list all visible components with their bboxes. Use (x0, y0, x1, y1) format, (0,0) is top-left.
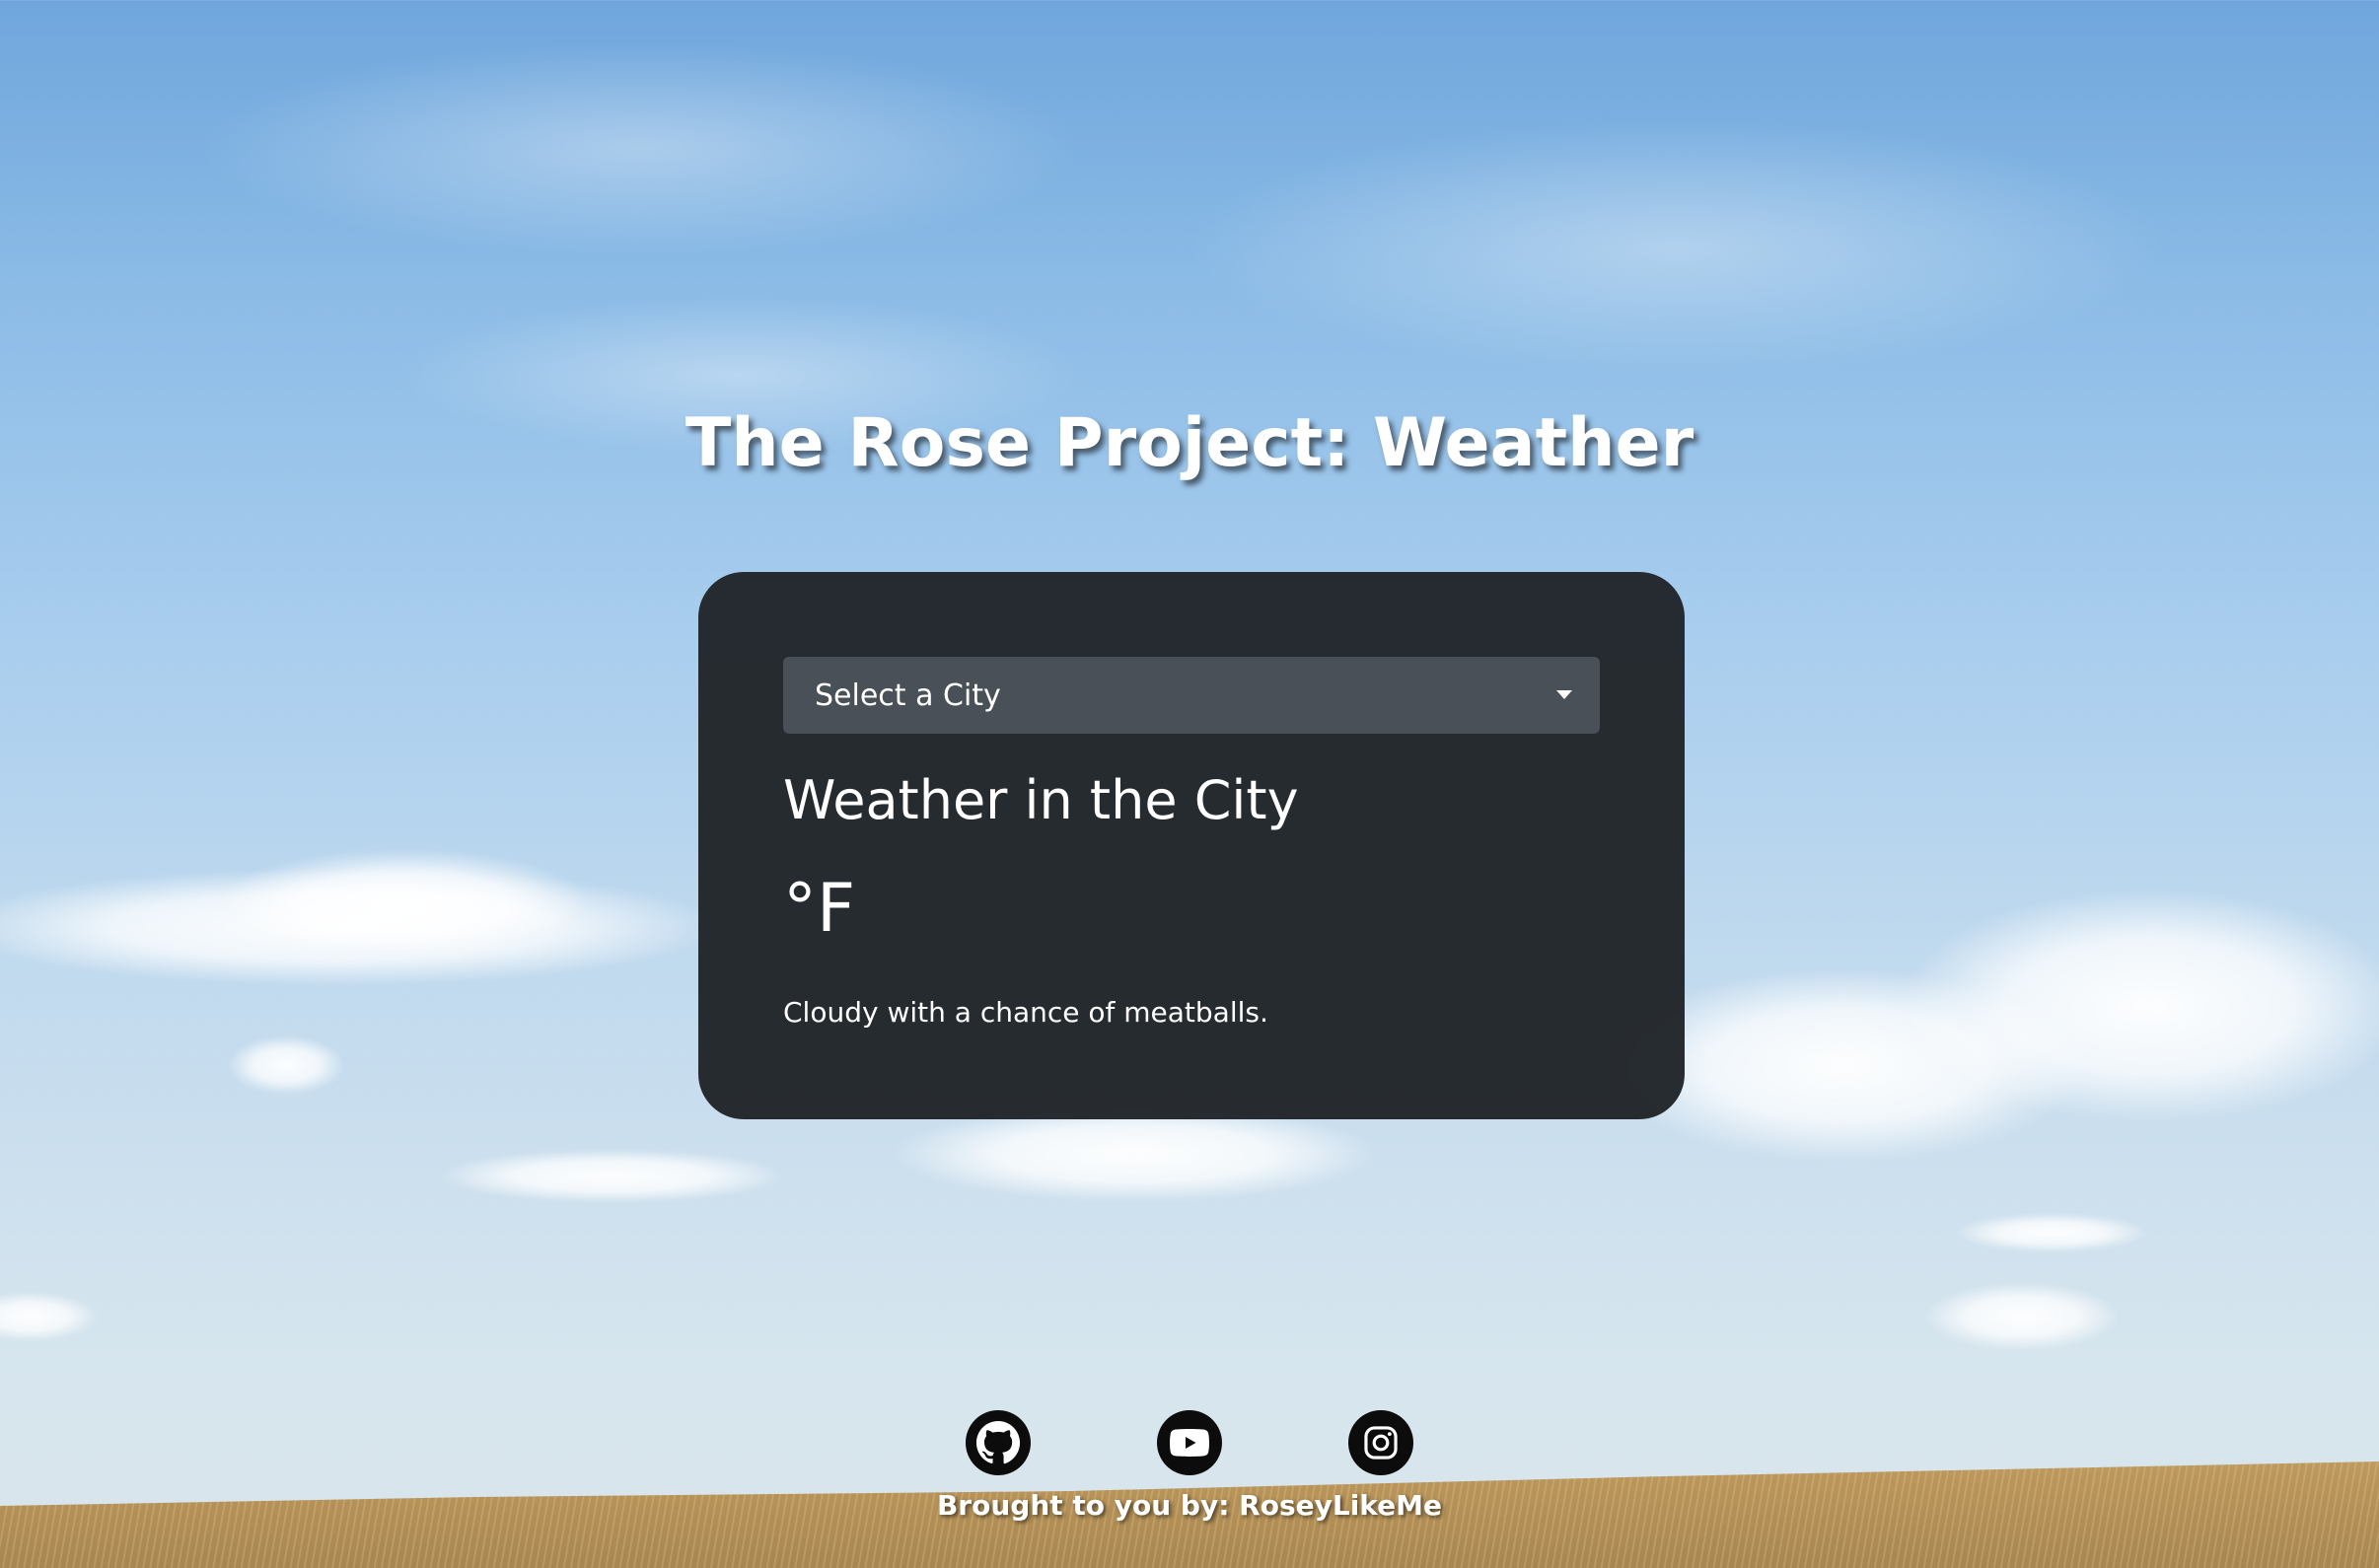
footer-credit: Brought to you by: RoseyLikeMe (936, 1489, 1443, 1522)
weather-card: Select a City Weather in the City °F Clo… (698, 572, 1685, 1119)
page-title: The Rose Project: Weather (685, 404, 1694, 482)
temperature-value: °F (783, 870, 856, 948)
weather-description: Cloudy with a chance of meatballs. (783, 996, 1268, 1029)
city-heading: Weather in the City (783, 769, 1299, 831)
youtube-icon (1170, 1429, 1209, 1457)
city-select-value: Select a City (815, 677, 1001, 713)
instagram-link[interactable] (1348, 1410, 1413, 1475)
city-select[interactable]: Select a City (783, 657, 1600, 734)
github-icon (975, 1420, 1021, 1464)
github-link[interactable] (966, 1410, 1031, 1475)
instagram-icon (1364, 1426, 1398, 1460)
chevron-down-icon (1556, 690, 1572, 699)
social-links (0, 1410, 2379, 1475)
youtube-link[interactable] (1157, 1410, 1222, 1475)
